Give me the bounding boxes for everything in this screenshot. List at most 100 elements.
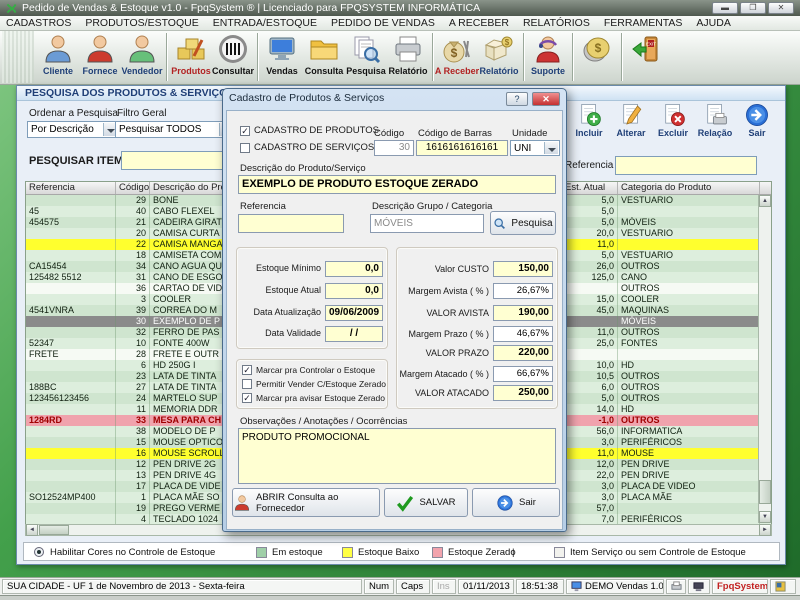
toolbar-button-consulta[interactable]: Consulta (303, 31, 345, 83)
checkbox-marcar-pra-avisar-estoque-zera[interactable]: ✓Marcar pra avisar Estoque Zerado (242, 393, 385, 403)
codigo-barras-input[interactable]: 1616161616161 (416, 140, 508, 156)
valor-field-input[interactable]: 26,67% (493, 283, 553, 299)
checkbox-cadastro-de-servi-os[interactable]: CADASTRO DE SERVIÇOS (240, 142, 374, 153)
cell-ref: 52347 (26, 338, 116, 349)
habilitar-cores-radio[interactable] (34, 547, 44, 557)
estoque-field-input[interactable]: 0,0 (325, 261, 383, 277)
toolbar-button-fornece[interactable]: Fornece (79, 31, 121, 83)
unidade-select[interactable]: UNI (510, 140, 560, 156)
minimize-button[interactable]: ▬ (712, 2, 738, 14)
cell-cat: HD (618, 404, 760, 415)
action-rela-o[interactable]: Relação (695, 102, 735, 150)
person-blue-icon (42, 33, 74, 65)
menu-item-cadastros[interactable]: CADASTROS (6, 17, 71, 29)
dialog-button-abrir-consulta-ao-fornec[interactable]: ABRIR Consulta ao Fornecedor (232, 488, 380, 517)
toolbar-button-produtos[interactable]: Produtos (170, 31, 212, 83)
toolbar-button-a-receber[interactable]: $A Receber (436, 31, 478, 83)
filtro-select[interactable]: Pesquisar TODOS (115, 121, 235, 138)
toolbar-button-cliente[interactable]: Cliente (37, 31, 79, 83)
scrollbar-thumb[interactable] (759, 480, 771, 504)
status-panel (688, 579, 710, 594)
valor-field-input[interactable]: 66,67% (493, 366, 553, 382)
close-dialog-button[interactable]: ✕ (532, 92, 560, 106)
status-text: Ins (437, 580, 450, 593)
cell-cat: MÓVEIS (618, 316, 760, 327)
estoque-field-input[interactable]: / / (325, 326, 383, 342)
scroll-up-icon[interactable]: ▲ (759, 195, 771, 207)
menu-item-ajuda[interactable]: AJUDA (696, 17, 730, 29)
toolbar-button-coin-icon[interactable]: $ (576, 31, 618, 83)
action-excluir[interactable]: Excluir (653, 102, 693, 150)
action-incluir[interactable]: Incluir (569, 102, 609, 150)
action-sair[interactable]: Sair (737, 102, 777, 150)
cell-cat: VESTUARIO (618, 250, 760, 261)
menu-item-produtos-estoque[interactable]: PRODUTOS/ESTOQUE (85, 17, 198, 29)
checkbox-marcar-pra-controlar-o-estoque[interactable]: ✓Marcar pra Controlar o Estoque (242, 365, 375, 375)
valor-field-input[interactable]: 46,67% (493, 326, 553, 342)
vertical-scrollbar[interactable]: ▲ ▼ (758, 195, 771, 523)
pesquisa-button[interactable]: Pesquisa (490, 211, 556, 235)
referencia-filter-input[interactable] (615, 156, 757, 175)
cell-ref: 188BC (26, 382, 116, 393)
cell-code: 18 (116, 250, 150, 261)
dialog-button-sair[interactable]: Sair (472, 488, 560, 517)
menu-item-a-receber[interactable]: A RECEBER (449, 17, 509, 29)
scrollbar-thumb[interactable] (39, 525, 69, 535)
column-header[interactable]: Categoria do Produto (618, 182, 760, 194)
observacoes-textarea[interactable]: PRODUTO PROMOCIONAL (238, 428, 556, 484)
cell-ref (26, 426, 116, 437)
valor-field-input[interactable]: 190,00 (493, 305, 553, 321)
valor-field-input[interactable]: 250,00 (493, 385, 553, 401)
estoque-field-input[interactable]: 0,0 (325, 283, 383, 299)
cell-code: 11 (116, 404, 150, 415)
toolbar-button-pesquisa[interactable]: Pesquisa (345, 31, 387, 83)
toolbar-button-relat-rio[interactable]: Relatório (387, 31, 429, 83)
toolbar-button-relat-rio[interactable]: $Relatório (478, 31, 520, 83)
search-pages-icon (350, 33, 382, 65)
window-title: Pedido de Vendas & Estoque v1.0 - FpqSys… (22, 0, 480, 16)
monitor-icon (266, 33, 298, 65)
toolbar-button-label: Pesquisa (346, 66, 386, 76)
cell-ref (26, 371, 116, 382)
toolbar-button-exit-door-icon[interactable]: EXIT (625, 31, 667, 83)
codigo-input[interactable]: 30 (374, 140, 414, 156)
help-button[interactable]: ? (506, 92, 528, 106)
valor-field-input[interactable]: 150,00 (493, 261, 553, 277)
app-logo-icon (5, 2, 18, 15)
estoque-field-input[interactable]: 09/06/2009 (325, 305, 383, 321)
action-alterar[interactable]: Alterar (611, 102, 651, 150)
menu-item-entrada-estoque[interactable]: ENTRADA/ESTOQUE (213, 17, 317, 29)
toolbar-button-vendedor[interactable]: Vendedor (121, 31, 163, 83)
dialog-button-salvar[interactable]: SALVAR (384, 488, 468, 517)
toolbar-button-vendas[interactable]: Vendas (261, 31, 303, 83)
field-label: Estoque Atual (239, 285, 321, 295)
toolbar-button-suporte[interactable]: Suporte (527, 31, 569, 83)
scroll-left-icon[interactable]: ◄ (26, 524, 38, 536)
menu-item-relat-rios[interactable]: RELATÓRIOS (523, 17, 590, 29)
estoque-options-fieldset: ✓Marcar pra Controlar o Estoque Permitir … (236, 359, 388, 409)
grupo-categoria-input[interactable]: MÓVEIS (370, 214, 484, 233)
page-plus-icon (576, 102, 602, 128)
restore-button[interactable]: ❐ (740, 2, 766, 14)
scroll-right-icon[interactable]: ► (759, 524, 771, 536)
column-header[interactable]: Código (116, 182, 150, 194)
cell-est: 11,0 (562, 448, 618, 459)
cell-est: 57,0 (562, 503, 618, 514)
menu-item-ferramentas[interactable]: FERRAMENTAS (604, 17, 683, 29)
valor-field-input[interactable]: 220,00 (493, 345, 553, 361)
ordenar-select[interactable]: Por Descrição (27, 121, 119, 138)
toolbar-button-label: A Receber (435, 66, 479, 76)
referencia-input[interactable] (238, 214, 344, 233)
support-icon (532, 33, 564, 65)
magnifier-icon (493, 217, 506, 230)
column-header[interactable]: Referencia (26, 182, 116, 194)
column-header[interactable]: Est. Atual (562, 182, 618, 194)
checkbox-cadastro-de-produtos[interactable]: ✓CADASTRO DE PRODUTOS (240, 125, 379, 136)
checkbox-permitir-vender-c-estoque-zera[interactable]: Permitir Vender C/Estoque Zerado (242, 379, 386, 389)
descricao-input[interactable]: EXEMPLO DE PRODUTO ESTOQUE ZERADO (238, 175, 556, 194)
scroll-down-icon[interactable]: ▼ (759, 511, 771, 523)
close-button[interactable]: ✕ (768, 2, 794, 14)
menu-item-pedido-de-vendas[interactable]: PEDIDO DE VENDAS (331, 17, 435, 29)
unidade-label: Unidade (512, 128, 547, 139)
toolbar-button-consultar[interactable]: Consultar (212, 31, 254, 83)
